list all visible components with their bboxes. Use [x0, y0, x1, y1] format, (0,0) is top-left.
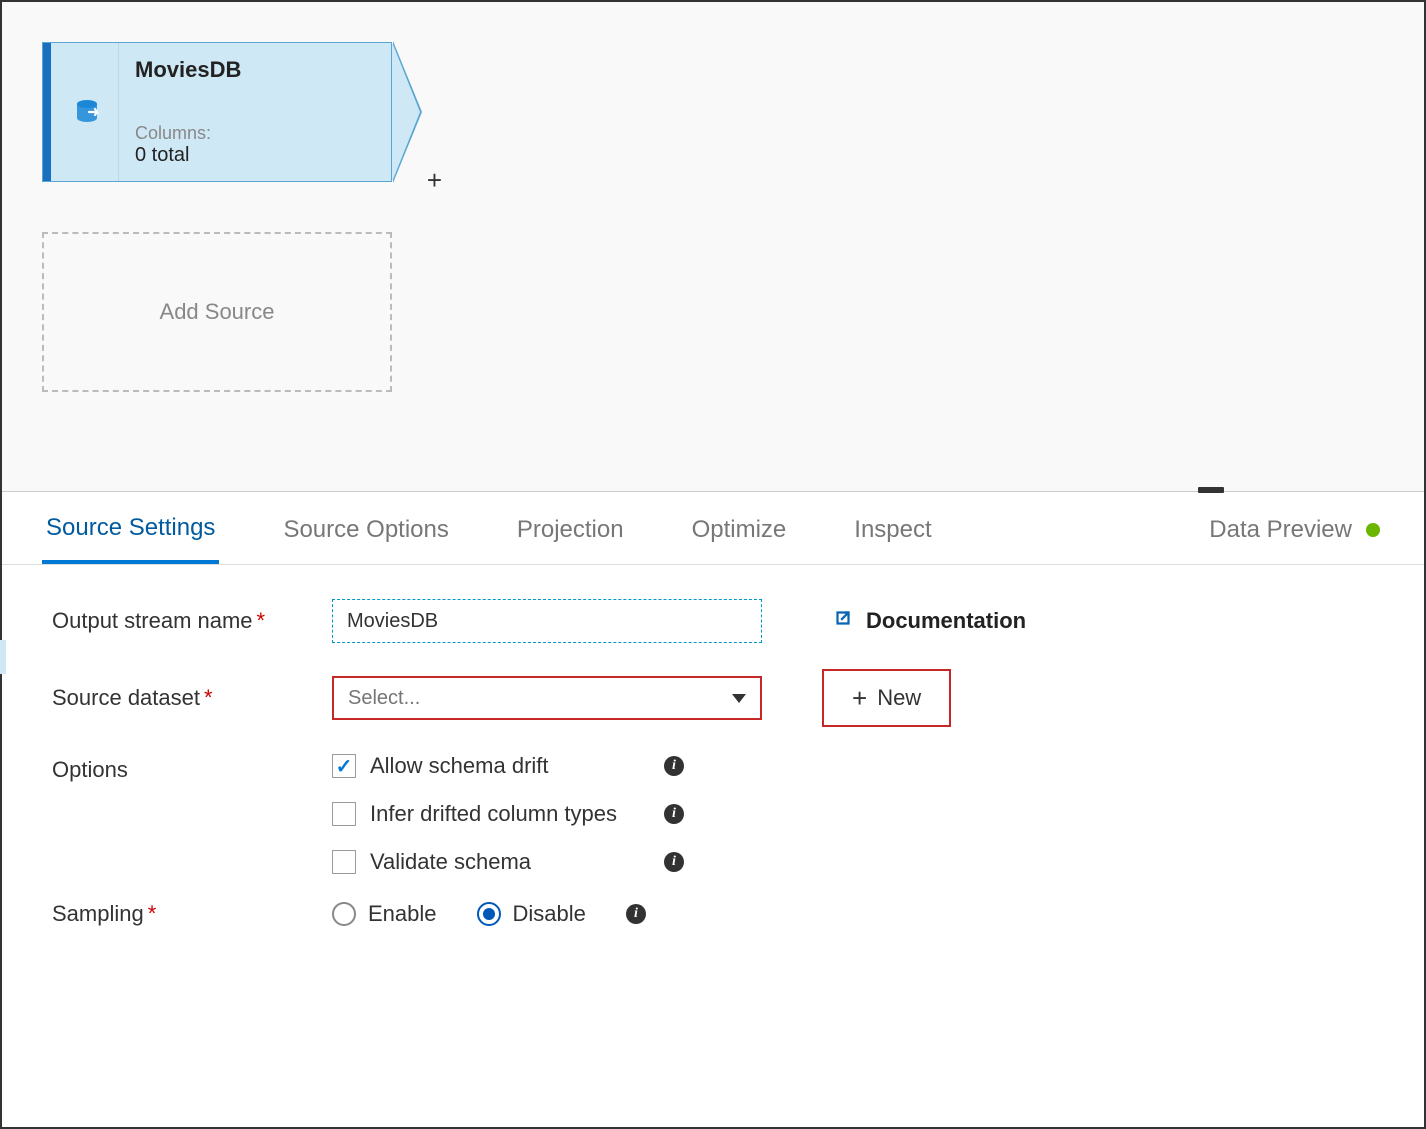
option-label: Allow schema drift [370, 753, 650, 779]
node-content: MoviesDB Columns: 0 total [119, 43, 391, 181]
required-asterisk: * [204, 685, 213, 710]
source-dataset-select[interactable]: Select... [332, 676, 762, 720]
tab-data-preview-label: Data Preview [1209, 516, 1352, 544]
option-allow-schema-drift: Allow schema drift i [332, 753, 684, 779]
dataflow-canvas[interactable]: MoviesDB Columns: 0 total + Add Source [2, 2, 1424, 492]
row-source-dataset: Source dataset* Select... + New [52, 669, 1374, 727]
new-dataset-button[interactable]: + New [822, 669, 951, 727]
add-source-placeholder[interactable]: Add Source [42, 232, 392, 392]
radio-enable[interactable] [332, 902, 356, 926]
info-icon[interactable]: i [626, 904, 646, 924]
external-link-icon [832, 607, 854, 635]
radio-disable[interactable] [477, 902, 501, 926]
new-button-label: New [877, 685, 921, 711]
chevron-down-icon [732, 694, 746, 703]
tab-optimize[interactable]: Optimize [688, 506, 791, 562]
tab-inspect[interactable]: Inspect [850, 506, 935, 562]
label-sampling: Sampling* [52, 901, 332, 927]
source-dataset-placeholder: Select... [348, 687, 420, 710]
radio-enable-label: Enable [368, 901, 437, 927]
required-asterisk: * [148, 901, 157, 926]
info-icon[interactable]: i [664, 804, 684, 824]
row-options: Options Allow schema drift i Infer drift… [52, 753, 1374, 875]
checkbox-infer-drifted-types[interactable] [332, 802, 356, 826]
status-dot-icon [1366, 523, 1380, 537]
required-asterisk: * [257, 608, 266, 633]
tab-source-options[interactable]: Source Options [279, 506, 452, 562]
radio-disable-label: Disable [513, 901, 586, 927]
node-accent-bar [43, 43, 51, 181]
source-settings-panel: Output stream name* Documentation Source… [2, 565, 1424, 987]
info-icon[interactable]: i [664, 756, 684, 776]
options-group: Allow schema drift i Infer drifted colum… [332, 753, 684, 875]
row-output-stream: Output stream name* Documentation [52, 599, 1374, 643]
output-stream-name-input[interactable] [332, 599, 762, 643]
label-source-dataset: Source dataset* [52, 685, 332, 711]
checkbox-validate-schema[interactable] [332, 850, 356, 874]
settings-tabs: Source Settings Source Options Projectio… [2, 492, 1424, 565]
node-columns-label: Columns: [135, 123, 375, 144]
checkbox-allow-schema-drift[interactable] [332, 754, 356, 778]
tab-data-preview[interactable]: Data Preview [1205, 506, 1384, 562]
add-transformation-button[interactable]: + [427, 165, 442, 196]
documentation-link[interactable]: Documentation [832, 607, 1026, 635]
option-label: Validate schema [370, 849, 650, 875]
sampling-radio-group: Enable Disable i [332, 901, 646, 927]
option-infer-drifted-types: Infer drifted column types i [332, 801, 684, 827]
node-icon-column [59, 43, 119, 181]
label-options: Options [52, 753, 332, 783]
database-source-icon [73, 96, 105, 128]
documentation-label: Documentation [866, 608, 1026, 634]
left-edge-marker [0, 640, 6, 674]
panel-resize-handle[interactable] [1198, 487, 1224, 493]
info-icon[interactable]: i [664, 852, 684, 872]
radio-item-enable[interactable]: Enable [332, 901, 437, 927]
tab-projection[interactable]: Projection [513, 506, 628, 562]
source-node-moviesdb[interactable]: MoviesDB Columns: 0 total + [42, 42, 392, 182]
node-spacer [51, 43, 59, 181]
plus-icon: + [852, 685, 867, 711]
option-validate-schema: Validate schema i [332, 849, 684, 875]
node-arrow [392, 42, 420, 182]
add-source-label: Add Source [160, 299, 275, 325]
radio-item-disable[interactable]: Disable [477, 901, 586, 927]
row-sampling: Sampling* Enable Disable i [52, 901, 1374, 927]
tab-source-settings[interactable]: Source Settings [42, 504, 219, 564]
option-label: Infer drifted column types [370, 801, 650, 827]
node-title: MoviesDB [135, 57, 375, 83]
label-output-stream: Output stream name* [52, 608, 332, 634]
node-columns-value: 0 total [135, 144, 375, 167]
